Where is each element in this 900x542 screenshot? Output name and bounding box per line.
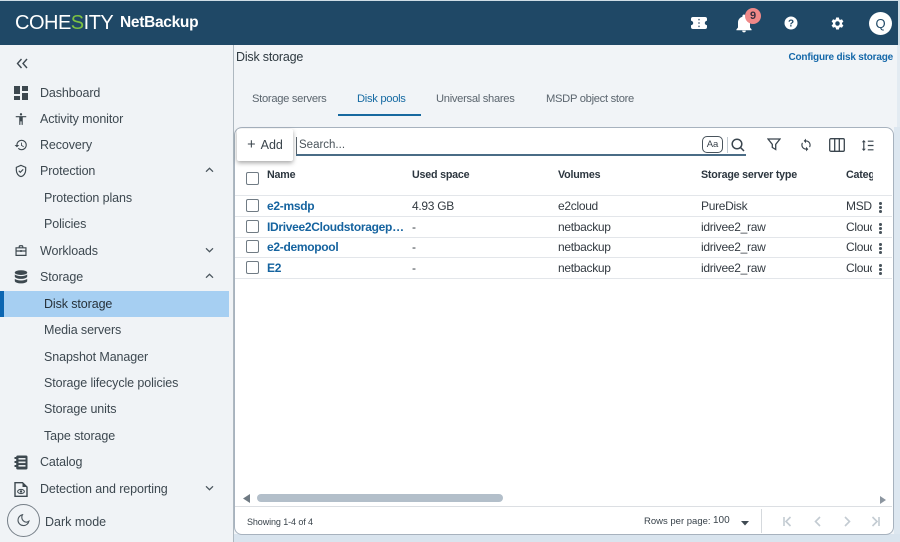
- svg-text:?: ?: [788, 19, 794, 30]
